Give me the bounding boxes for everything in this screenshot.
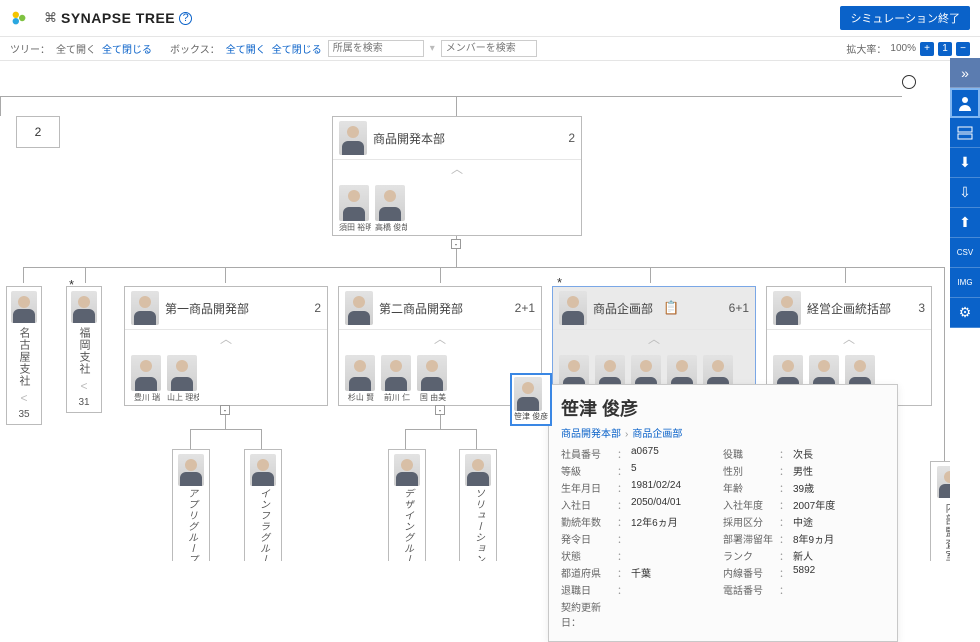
avatar [465,454,491,486]
collapse-icon[interactable]: ︿ [333,160,581,181]
zoom-value: 100% [890,43,916,54]
tree-icon: ⌘ [44,10,57,26]
org-title: 第一商品開発部 [165,300,249,317]
org-title: 商品開発本部 [373,130,445,147]
collapse-icon[interactable]: ︿ [767,330,931,351]
node-toggle[interactable]: - [220,405,230,415]
zoom-out-button[interactable]: − [956,42,970,56]
rail-expand[interactable]: » [950,58,980,88]
org-top-count: 2 [25,125,51,139]
dropdown-icon[interactable]: ▾ [430,43,435,54]
org-top-box[interactable]: 2 [16,116,60,148]
zoom-label: 拡大率： [846,41,886,56]
avatar [250,454,276,486]
tree-close-all[interactable]: 全て閉じる [102,41,152,56]
rail-img-icon[interactable]: IMG [950,268,980,298]
member-detail-card: 笹津 俊彦 商品開発本部›商品企画部 社員番号：a0675役職：次長 等級：5性… [548,384,898,642]
avatar [937,466,950,498]
node-toggle[interactable]: - [451,239,461,249]
org-count: 2 [568,131,575,145]
group-solution[interactable]: ソリューショングループ [459,449,497,561]
avatar [394,454,420,486]
detail-name: 笹津 俊彦 [561,395,885,421]
node-toggle[interactable]: - [435,405,445,415]
office-count: 35 [9,409,39,420]
office-count: 31 [69,397,99,408]
office-name: 福岡支社 [76,327,92,375]
member[interactable]: 須田 裕明 [339,185,371,233]
expand-icon[interactable]: < [69,379,99,393]
group-design[interactable]: デザイングループ [388,449,426,561]
member[interactable]: 国 由美 [417,355,449,403]
collapse-icon[interactable]: ︿ [125,330,327,351]
org-dev1[interactable]: 第一商品開発部 2 ︿ 豊川 瑞 山上 理枝 [124,286,328,406]
avatar [375,185,405,221]
star-icon: * [557,275,562,290]
collapse-icon[interactable]: ︿ [339,330,541,351]
root-node[interactable] [902,75,916,89]
avatar [131,291,159,325]
rail-person-icon[interactable] [950,88,980,118]
office-name: 内部監査室 [942,502,950,561]
org-count: 3 [918,301,925,315]
avatar [559,291,587,325]
member[interactable]: 前川 仁 [381,355,413,403]
org-count: 6+1 [729,301,749,315]
rail-card-icon[interactable] [950,118,980,148]
tree-label: ツリー： [10,41,50,56]
org-title: 第二商品開発部 [379,300,463,317]
avatar [167,355,197,391]
search-member-input[interactable] [441,40,537,57]
office-fukuoka[interactable]: * 福岡支社 < 31 [66,286,102,413]
rail-csv-icon[interactable]: CSV [950,238,980,268]
avatar [417,355,447,391]
help-icon[interactable]: ? [179,12,192,25]
logo-icon [10,10,44,26]
detail-breadcrumb[interactable]: 商品開発本部›商品企画部 [561,425,885,440]
avatar [131,355,161,391]
avatar [345,291,373,325]
avatar [381,355,411,391]
simulation-end-button[interactable]: シミュレーション終了 [840,6,970,30]
star-icon: * [69,277,74,292]
org-title: 商品企画部 [593,300,653,317]
avatar [11,291,37,323]
group-infra[interactable]: インフラグループ [244,449,282,561]
clipboard-icon[interactable]: 📋 [663,300,679,316]
office-name: 名古屋支社 [16,327,32,387]
avatar [339,185,369,221]
group-app[interactable]: アプリグループ [172,449,210,561]
expand-icon[interactable]: < [9,391,39,405]
member[interactable]: 豊川 瑞 [131,355,163,403]
app-title: SYNAPSE TREE [61,10,175,26]
office-audit[interactable]: 内部監査室 [930,461,950,561]
rail-upload-icon[interactable]: ⬆ [950,208,980,238]
avatar [71,291,97,323]
rail-settings-icon[interactable]: ⚙ [950,298,980,328]
zoom-reset-button[interactable]: 1 [938,42,952,56]
avatar [345,355,375,391]
zoom-in-button[interactable]: + [920,42,934,56]
box-open-all[interactable]: 全て開く [226,41,266,56]
office-nagoya[interactable]: 名古屋支社 < 35 [6,286,42,425]
search-dept-input[interactable] [328,40,424,57]
box-label: ボックス： [170,41,220,56]
avatar [178,454,204,486]
dragged-member-chip[interactable]: 笹津 俊彦 [510,373,552,426]
box-close-all[interactable]: 全て閉じる [272,41,322,56]
org-count: 2+1 [515,301,535,315]
org-title: 経営企画統括部 [807,300,891,317]
rail-download-icon[interactable]: ⬇ [950,148,980,178]
avatar [514,377,542,411]
avatar [773,291,801,325]
collapse-icon[interactable]: ︿ [553,330,755,351]
org-count: 2 [314,301,321,315]
org-dev-hq[interactable]: 商品開発本部 2 ︿ 須田 裕明 高橋 俊哉 [332,116,582,236]
member[interactable]: 高橋 俊哉 [375,185,407,233]
tree-open-all[interactable]: 全て開く [56,41,96,56]
rail-download2-icon[interactable]: ⇩ [950,178,980,208]
member[interactable]: 山上 理枝 [167,355,199,403]
avatar [339,121,367,155]
member[interactable]: 杉山 賢 [345,355,377,403]
